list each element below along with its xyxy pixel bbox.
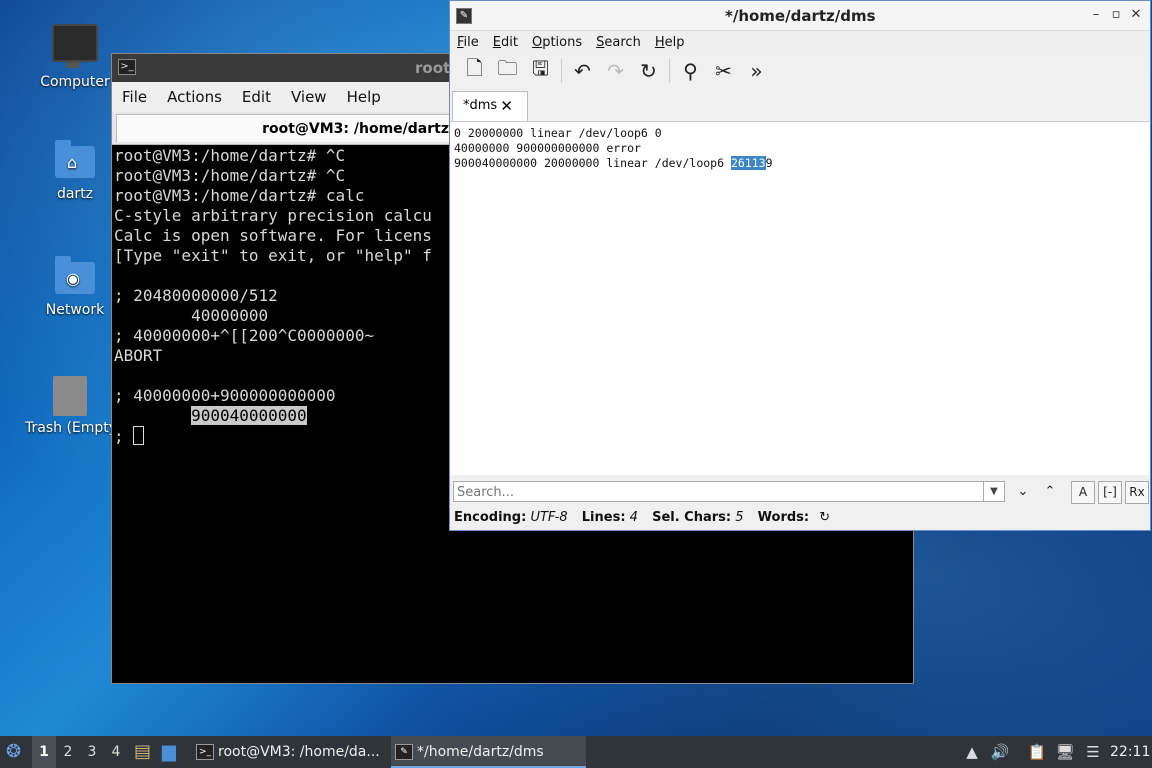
editor-app-icon: ✎ <box>456 8 472 24</box>
terminal-task-icon: >_ <box>196 744 214 760</box>
computer-icon <box>52 24 98 68</box>
text-line: 40000000 900000000000 error <box>454 141 641 155</box>
maximize-button[interactable]: ▫ <box>1108 7 1124 22</box>
editor-toolbar: 🗋 🗀 🖫 ↶ ↷ ↻ ⚲ ✂ » <box>450 53 1150 89</box>
task-label: root@VM3: /home/da... <box>218 744 380 760</box>
clipboard-icon[interactable]: 📋 <box>1027 742 1047 762</box>
reload-icon[interactable]: ↻ <box>632 56 665 86</box>
notifications-icon[interactable]: ☰ <box>1083 742 1103 762</box>
minimize-button[interactable]: – <box>1088 7 1104 22</box>
workspace-4[interactable]: 4 <box>104 736 128 768</box>
tab-close-icon[interactable]: ✕ <box>500 92 513 120</box>
terminal-menu-edit[interactable]: Edit <box>232 88 281 106</box>
regex-button[interactable]: Rx <box>1125 481 1149 504</box>
editor-titlebar[interactable]: ✎ */home/dartz/dms – ▫ ✕ <box>450 1 1150 31</box>
more-chevron-icon[interactable]: » <box>740 56 773 86</box>
volume-icon[interactable]: 🔊 <box>990 742 1010 762</box>
text-line: 900040000000 20000000 linear /dev/loop6 … <box>454 156 1146 171</box>
editor-menu-options[interactable]: Options <box>525 35 589 50</box>
taskbar: ❂ 1 2 3 4 ▤ ▆ >_ root@VM3: /home/da... ✎… <box>0 736 1152 768</box>
start-menu-icon[interactable]: ❂ <box>6 736 21 768</box>
terminal-menu-actions[interactable]: Actions <box>157 88 232 106</box>
terminal-prompt: ; <box>114 427 134 446</box>
save-icon[interactable]: 🖫 <box>524 56 557 86</box>
editor-menu-file[interactable]: File <box>450 35 486 50</box>
search-box[interactable]: ▼ <box>453 481 1005 502</box>
lines-label: Lines: <box>581 510 626 525</box>
undo-icon[interactable]: ↶ <box>566 56 599 86</box>
workspace-2[interactable]: 2 <box>56 736 80 768</box>
new-document-icon[interactable]: 🗋 <box>458 56 491 86</box>
editor-text-area[interactable]: 0 20000000 linear /dev/loop6 0 40000000 9… <box>450 121 1150 475</box>
editor-tabbar: *dms ✕ <box>450 89 1150 123</box>
whole-word-button[interactable]: [-] <box>1098 481 1122 504</box>
result-indent <box>114 406 191 425</box>
editor-task-icon: ✎ <box>395 744 413 760</box>
editor-menu-help[interactable]: Help <box>648 35 692 50</box>
desktop-icon-label: Computer <box>40 74 110 90</box>
desktop-icon-label: Trash (Empty) <box>25 420 115 436</box>
editor-tab-dms[interactable]: *dms ✕ <box>452 91 528 122</box>
editor-menubar: File Edit Options Search Help <box>450 31 1150 53</box>
editor-window[interactable]: ✎ */home/dartz/dms – ▫ ✕ File Edit Optio… <box>449 0 1151 531</box>
toolbar-separator <box>561 59 562 83</box>
network-folder-icon: ◉ <box>55 256 95 294</box>
network-tray-icon[interactable]: 🖥 <box>1055 742 1075 762</box>
terminal-menu-file[interactable]: File <box>112 88 157 106</box>
terminal-menu-view[interactable]: View <box>281 88 337 106</box>
sel-chars-label: Sel. Chars: <box>652 510 732 525</box>
terminal-icon: >_ <box>118 59 136 75</box>
file-manager-icon[interactable]: ▤ <box>134 736 151 768</box>
trash-icon <box>53 376 87 416</box>
task-label: */home/dartz/dms <box>417 744 544 760</box>
terminal-menu-help[interactable]: Help <box>337 88 391 106</box>
find-replace-icon[interactable]: ✂ <box>707 56 740 86</box>
editor-statusbar: Encoding: UTF-8 Lines: 4 Sel. Chars: 5 W… <box>450 507 1150 529</box>
search-history-dropdown[interactable]: ▼ <box>983 482 1004 501</box>
task-editor[interactable]: ✎ */home/dartz/dms <box>391 736 586 768</box>
encoding-value: UTF-8 <box>530 510 568 525</box>
task-terminal[interactable]: >_ root@VM3: /home/da... <box>192 736 387 768</box>
workspace-1[interactable]: 1 <box>32 736 56 768</box>
editor-tab-label: *dms <box>463 98 498 113</box>
find-icon[interactable]: ⚲ <box>674 56 707 86</box>
search-input[interactable] <box>454 482 979 502</box>
clock[interactable]: 22:11 <box>1110 736 1150 768</box>
desktop-icon-home[interactable]: ⌂ dartz <box>25 140 125 202</box>
words-label: Words: <box>757 510 810 525</box>
search-bar: ▼ ⌄ ⌃ A [-] Rx <box>450 477 1150 505</box>
editor-menu-search[interactable]: Search <box>589 35 648 50</box>
terminal-tab[interactable]: root@VM3: /home/dartz <box>116 114 456 142</box>
match-case-button[interactable]: A <box>1071 481 1095 504</box>
refresh-words-icon[interactable]: ↻ <box>819 510 830 525</box>
desktop-icon-trash[interactable]: Trash (Empty) <box>25 376 115 436</box>
close-button[interactable]: ✕ <box>1128 7 1144 22</box>
editor-title: */home/dartz/dms <box>725 7 876 25</box>
editor-menu-edit[interactable]: Edit <box>486 35 525 50</box>
sel-chars-value: 5 <box>735 510 744 525</box>
show-desktop-icon[interactable]: ▆ <box>162 736 176 768</box>
find-prev-chevron-up-icon[interactable]: ⌃ <box>1039 481 1061 502</box>
text-line: 0 20000000 linear /dev/loop6 0 <box>454 126 662 140</box>
terminal-title: root <box>415 59 451 77</box>
open-folder-icon[interactable]: 🗀 <box>491 56 524 86</box>
toolbar-separator <box>669 59 670 83</box>
desktop-icon-label: Network <box>45 302 105 318</box>
redo-icon[interactable]: ↷ <box>599 56 632 86</box>
encoding-label: Encoding: <box>454 510 527 525</box>
lines-value: 4 <box>629 510 638 525</box>
home-folder-icon: ⌂ <box>55 140 95 178</box>
text-line-suffix: 9 <box>765 156 773 170</box>
terminal-selected-result: 900040000000 <box>191 406 307 425</box>
find-next-chevron-down-icon[interactable]: ⌄ <box>1012 481 1034 502</box>
text-line-prefix: 900040000000 20000000 linear /dev/loop6 <box>454 156 731 170</box>
terminal-cursor <box>133 426 145 445</box>
selected-text: 26113 <box>730 156 766 170</box>
workspace-3[interactable]: 3 <box>80 736 104 768</box>
tray-up-arrow-icon[interactable]: ▲ <box>962 742 982 762</box>
desktop-icon-network[interactable]: ◉ Network <box>25 256 125 318</box>
desktop-icon-computer[interactable]: Computer <box>25 24 125 90</box>
desktop-icon-label: dartz <box>56 186 94 202</box>
